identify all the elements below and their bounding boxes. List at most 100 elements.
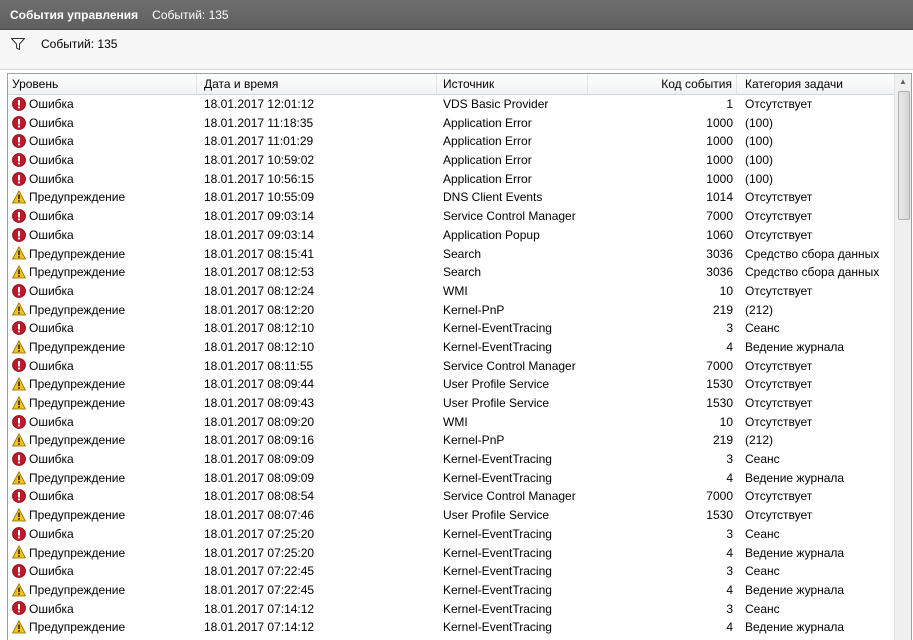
table-row[interactable]: Предупреждение 18.01.2017 08:09:44 User Pr… xyxy=(8,375,894,394)
table-row[interactable]: Ошибка 18.01.2017 07:14:12 Kernel-EventTra… xyxy=(8,600,894,619)
table-row[interactable]: Ошибка 18.01.2017 08:09:09 Kernel-EventTra… xyxy=(8,450,894,469)
event-code-cell: 1014 xyxy=(706,190,733,205)
level-label: Ошибка xyxy=(29,526,74,541)
column-header-date[interactable]: Дата и время xyxy=(197,74,437,94)
level-cell: Предупреждение xyxy=(12,375,200,394)
table-row[interactable]: Предупреждение 18.01.2017 07:22:45 Kernel-… xyxy=(8,581,894,600)
scroll-up-arrow-icon[interactable]: ▲ xyxy=(899,77,907,86)
event-code-cell: 7000 xyxy=(706,358,733,373)
table-row[interactable]: Предупреждение 18.01.2017 10:55:09 DNS Cli… xyxy=(8,188,894,207)
table-row[interactable]: Ошибка 18.01.2017 08:08:54 Service Control… xyxy=(8,487,894,506)
warning-icon xyxy=(12,620,29,634)
warning-icon xyxy=(12,190,29,204)
level-cell: Ошибка xyxy=(12,170,200,189)
error-icon xyxy=(12,564,29,578)
column-header-category[interactable]: Категория задачи xyxy=(737,74,894,94)
table-row[interactable]: Предупреждение 18.01.2017 08:09:43 User Pr… xyxy=(8,394,894,413)
date-cell: 18.01.2017 11:01:29 xyxy=(204,134,314,149)
level-label: Ошибка xyxy=(29,321,74,336)
category-cell: Отсутствует xyxy=(745,396,813,410)
table-row[interactable]: Ошибка 18.01.2017 11:18:35 Application Err… xyxy=(8,114,894,133)
table-row[interactable]: Предупреждение 18.01.2017 08:12:20 Kernel-… xyxy=(8,301,894,320)
level-cell: Ошибка xyxy=(12,525,200,544)
table-row[interactable]: Ошибка 18.01.2017 10:56:15 Application Err… xyxy=(8,170,894,189)
table-row[interactable]: Предупреждение 18.01.2017 07:25:20 Kernel-… xyxy=(8,544,894,563)
table-row[interactable]: Предупреждение 18.01.2017 08:12:53 Search 3… xyxy=(8,263,894,282)
table-row[interactable]: Предупреждение 18.01.2017 08:09:09 Kernel-… xyxy=(8,469,894,488)
table-row[interactable]: Ошибка 18.01.2017 08:12:24 WMI 10 Отсутствуе… xyxy=(8,282,894,301)
date-cell: 18.01.2017 08:12:10 xyxy=(204,339,315,354)
column-header-source[interactable]: Источник xyxy=(437,74,588,94)
event-code-cell: 219 xyxy=(712,433,733,448)
level-label: Предупреждение xyxy=(29,302,126,317)
error-icon xyxy=(12,489,29,504)
event-code-cell: 4 xyxy=(726,620,733,635)
scrollbar-thumb[interactable] xyxy=(898,91,910,220)
event-code-cell: 1530 xyxy=(706,396,733,410)
event-code-cell: 4 xyxy=(726,339,733,354)
table-row[interactable]: Предупреждение 18.01.2017 08:07:46 User Pr… xyxy=(8,506,894,525)
category-cell: Отсутствует xyxy=(745,227,813,242)
level-cell: Ошибка xyxy=(12,207,200,226)
vertical-scrollbar[interactable]: ▲ xyxy=(894,74,911,640)
date-cell: 18.01.2017 10:59:02 xyxy=(204,153,315,168)
table-row[interactable]: Ошибка 18.01.2017 08:11:55 Service Control… xyxy=(8,357,894,376)
table-row[interactable]: Предупреждение 18.01.2017 08:12:10 Kernel-… xyxy=(8,338,894,357)
category-cell: Сеанс xyxy=(745,452,780,467)
table-row[interactable]: Ошибка 18.01.2017 07:22:45 Kernel-EventTra… xyxy=(8,562,894,581)
category-cell: Отсутствует xyxy=(745,209,813,224)
level-cell: Ошибка xyxy=(12,562,200,581)
category-cell: Отсутствует xyxy=(745,508,813,523)
table-row[interactable]: Ошибка 18.01.2017 08:09:20 WMI 10 Отсутствуе… xyxy=(8,413,894,432)
table-row[interactable]: Ошибка 18.01.2017 08:12:10 Kernel-EventTra… xyxy=(8,319,894,338)
level-label: Ошибка xyxy=(29,452,74,467)
table-row[interactable]: Предупреждение 18.01.2017 08:15:41 Search 3… xyxy=(8,245,894,264)
table-row[interactable]: Ошибка 18.01.2017 07:25:20 Kernel-EventTra… xyxy=(8,525,894,544)
table-row[interactable]: Ошибка 18.01.2017 11:01:29 Application Err… xyxy=(8,132,894,151)
level-cell: Предупреждение xyxy=(12,581,200,600)
date-cell: 18.01.2017 10:55:09 xyxy=(204,190,315,205)
warning-icon xyxy=(12,246,29,261)
table-row[interactable]: Предупреждение 18.01.2017 08:09:16 Kernel-… xyxy=(8,431,894,450)
event-code-cell: 219 xyxy=(712,302,733,317)
event-code-cell: 1 xyxy=(726,97,733,111)
table-row[interactable]: Ошибка 18.01.2017 12:01:12 VDS Basic Provi… xyxy=(8,95,894,114)
error-icon xyxy=(12,227,29,242)
date-cell: 18.01.2017 08:07:46 xyxy=(204,508,315,523)
date-cell: 18.01.2017 09:03:14 xyxy=(204,227,315,242)
date-cell: 18.01.2017 08:12:20 xyxy=(204,302,315,317)
date-cell: 18.01.2017 09:03:14 xyxy=(204,209,315,224)
date-cell: 18.01.2017 08:09:09 xyxy=(204,470,315,485)
warning-icon xyxy=(12,265,29,279)
filter-icon[interactable] xyxy=(11,38,25,50)
table-row[interactable]: Ошибка 18.01.2017 10:59:02 Application Err… xyxy=(8,151,894,170)
error-icon xyxy=(12,321,29,335)
level-cell: Предупреждение xyxy=(12,245,200,264)
date-cell: 18.01.2017 08:12:53 xyxy=(204,265,315,280)
error-icon xyxy=(12,451,29,466)
table-row[interactable]: Ошибка 18.01.2017 09:03:14 Service Control… xyxy=(8,207,894,226)
table-row[interactable]: Предупреждение 18.01.2017 07:14:12 Kernel-… xyxy=(8,618,894,637)
level-label: Предупреждение xyxy=(29,582,126,597)
column-header-code[interactable]: Код события xyxy=(588,74,737,94)
warning-icon xyxy=(12,302,29,317)
error-icon xyxy=(12,171,29,186)
table-row[interactable]: Ошибка 18.01.2017 09:03:14 Application Pop… xyxy=(8,226,894,245)
date-cell: 18.01.2017 08:09:09 xyxy=(204,452,315,467)
date-cell: 18.01.2017 07:25:20 xyxy=(204,526,315,541)
category-cell: Отсутствует xyxy=(745,190,813,205)
error-icon xyxy=(12,601,29,616)
level-cell: Предупреждение xyxy=(12,263,200,282)
level-cell: Ошибка xyxy=(12,487,200,506)
event-code-cell: 4 xyxy=(726,545,733,560)
warning-icon xyxy=(12,507,29,522)
event-code-cell: 3036 xyxy=(706,246,733,261)
error-icon xyxy=(12,414,29,429)
date-cell: 18.01.2017 08:12:10 xyxy=(204,321,315,336)
level-label: Ошибка xyxy=(29,564,74,579)
level-label: Ошибка xyxy=(29,97,74,111)
level-label: Ошибка xyxy=(29,153,74,168)
column-header-level[interactable]: Уровень xyxy=(8,74,197,94)
date-cell: 18.01.2017 07:14:12 xyxy=(204,620,315,635)
error-icon xyxy=(12,358,29,373)
